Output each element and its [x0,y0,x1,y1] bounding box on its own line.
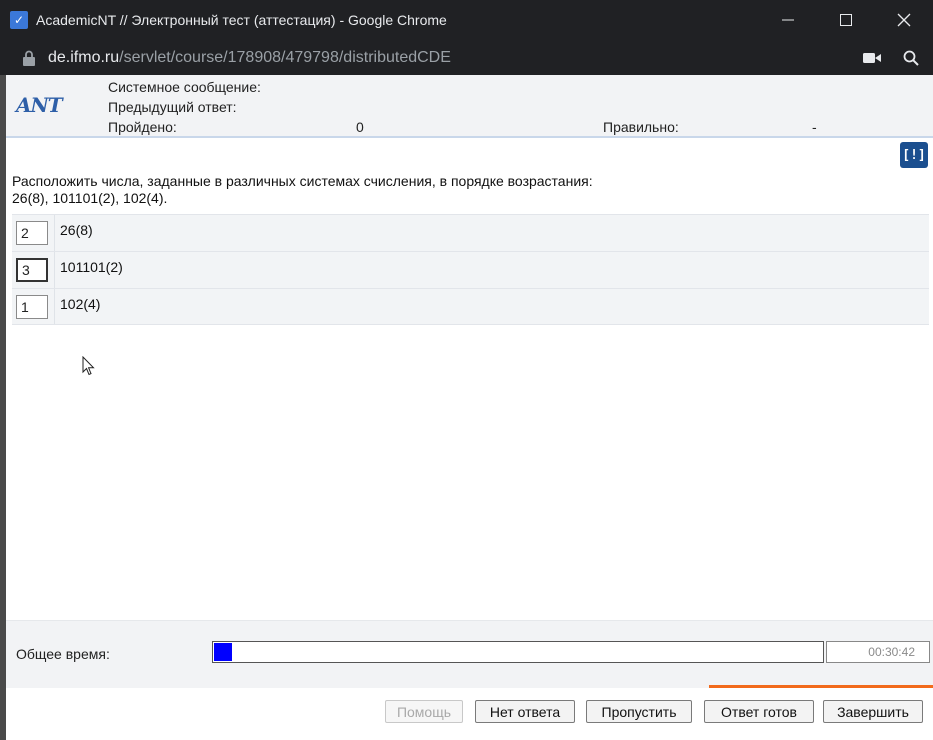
skip-button[interactable]: Пропустить [586,700,692,723]
ant-logo: ANT [16,93,63,117]
answer-text: 26(8) [60,222,93,238]
row-divider [54,215,55,251]
question-text: Расположить числа, заданные в различных … [12,173,912,207]
timer-value: 00:30:42 [826,641,930,663]
close-button[interactable] [875,0,933,40]
answer-row: 102(4) [12,288,929,325]
zoom-icon[interactable] [903,50,919,66]
camera-icon[interactable] [863,51,881,65]
question-line-1: Расположить числа, заданные в различных … [12,173,593,189]
info-header: ANT Системное сообщение: Предыдущий отве… [6,75,933,138]
url-path: /servlet/course/178908/479798/distribute… [119,48,451,66]
maximize-icon [840,14,852,26]
close-icon [897,13,911,27]
answer-ready-button[interactable]: Ответ готов [704,700,814,723]
test-page: ANT Системное сообщение: Предыдущий отве… [6,75,933,740]
answer-text: 101101(2) [60,259,123,275]
academicnt-icon: ✓ [10,11,28,29]
maximize-button[interactable] [817,0,875,40]
button-bar: Помощь Нет ответа Пропустить Ответ готов… [6,688,933,740]
finish-button[interactable]: Завершить [823,700,923,723]
timer-area: Общее время: 00:30:42 [6,620,933,688]
order-input-3[interactable] [16,294,48,319]
correct-value: - [812,119,817,135]
url-host: de.ifmo.ru [48,48,120,66]
window-controls [759,0,933,40]
time-progress-fill [214,643,232,661]
answer-text: 102(4) [60,295,101,312]
timer-label: Общее время: [16,646,110,662]
answer-row: 101101(2) [12,251,929,288]
mouse-cursor-icon [82,356,95,376]
minimize-icon [782,19,794,21]
help-badge[interactable]: [!] [900,142,928,168]
address-bar[interactable]: de.ifmo.ru/servlet/course/178908/479798/… [0,40,933,75]
correct-label: Правильно: [603,119,679,135]
no-answer-button[interactable]: Нет ответа [475,700,575,723]
question-line-2: 26(8), 101101(2), 102(4). [12,190,168,206]
help-button[interactable]: Помощь [385,700,463,723]
order-input-2[interactable] [16,258,48,282]
system-message-label: Системное сообщение: [108,79,261,95]
passed-value: 0 [356,119,364,135]
logo-text: ANT [16,93,63,117]
row-divider [54,252,55,288]
address-actions [863,50,919,66]
answer-list: 26(8) 101101(2) 102(4) [12,214,929,325]
answer-row: 26(8) [12,214,929,251]
window-titlebar: ✓ AcademicNT // Электронный тест (аттест… [0,0,933,40]
lock-icon [23,50,35,66]
url-text[interactable]: de.ifmo.ru/servlet/course/178908/479798/… [48,49,451,67]
order-input-1[interactable] [16,221,48,245]
passed-label: Пройдено: [108,119,177,135]
previous-answer-label: Предыдущий ответ: [108,99,237,115]
minimize-button[interactable] [759,0,817,40]
row-divider [54,289,55,324]
time-progress-bar [212,641,824,663]
window-title: AcademicNT // Электронный тест (аттестац… [36,12,447,28]
